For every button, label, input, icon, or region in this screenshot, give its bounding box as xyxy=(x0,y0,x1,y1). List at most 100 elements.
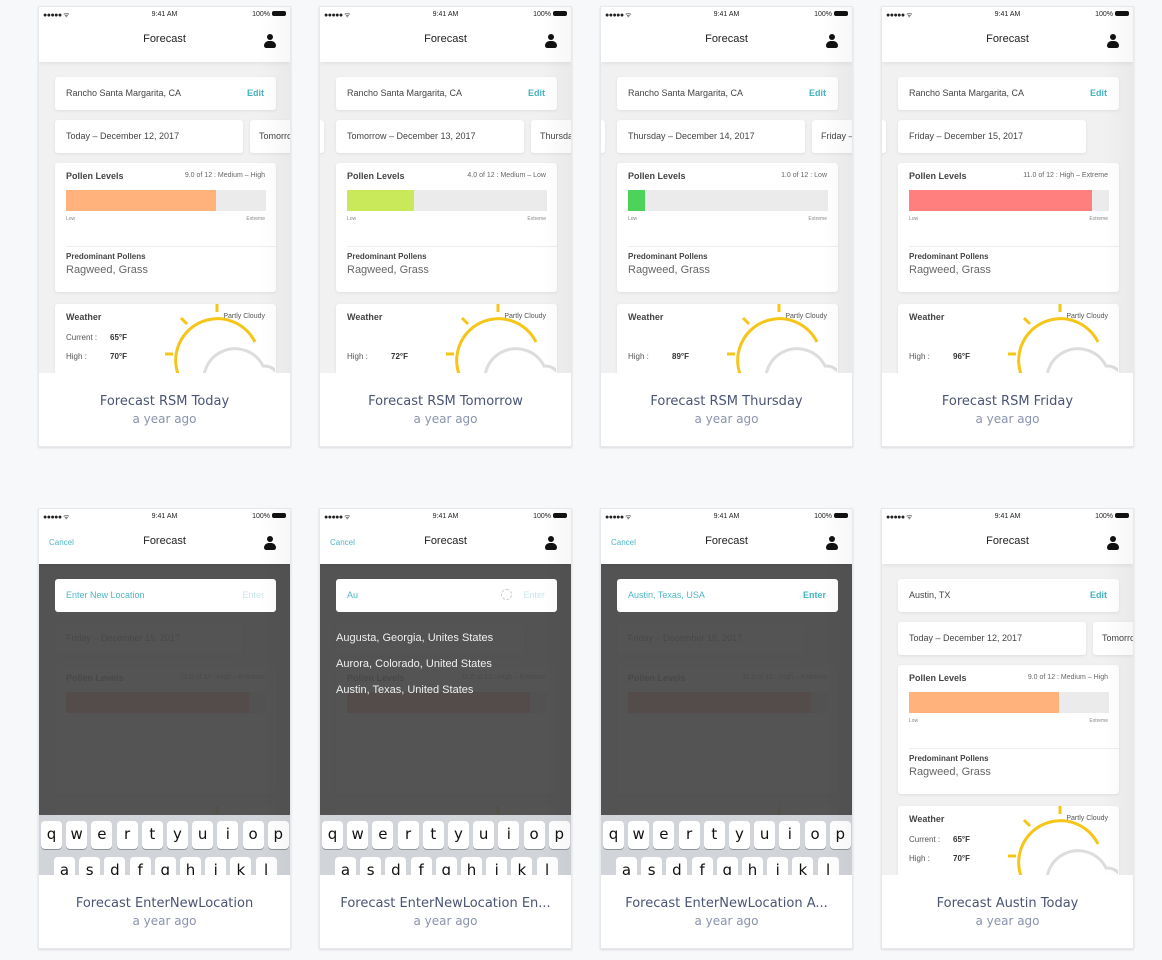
keyboard-key[interactable]: h xyxy=(180,857,201,875)
location-search-field[interactable]: Enter New Location Enter xyxy=(55,579,276,612)
enter-button[interactable]: Enter xyxy=(803,590,826,600)
location-search-field[interactable]: Austin, Texas, USA Enter xyxy=(617,579,838,612)
keyboard-key[interactable]: f xyxy=(129,857,151,875)
keyboard-key[interactable]: u xyxy=(473,821,495,849)
keyboard-key[interactable]: y xyxy=(729,821,750,849)
keyboard-key[interactable]: j xyxy=(205,857,227,875)
keyboard-key[interactable]: a xyxy=(54,857,75,875)
card-title[interactable]: Forecast EnterNewLocation En... xyxy=(320,896,571,911)
screen-preview[interactable]: Rancho Santa Margarita, CA Edit Thursday –… xyxy=(601,7,852,373)
keyboard-key[interactable]: r xyxy=(116,821,138,849)
keyboard-key[interactable]: d xyxy=(385,857,407,875)
prev-date-tab[interactable] xyxy=(882,120,886,153)
edit-location-button[interactable]: Edit xyxy=(1090,88,1107,98)
keyboard-key[interactable]: e xyxy=(91,821,113,849)
keyboard-key[interactable]: y xyxy=(167,821,188,849)
screen-preview[interactable]: Austin, TX Edit Today – December 12, 2017 T… xyxy=(882,509,1133,875)
screen-preview[interactable]: Friday – December 15, 2017Pollen Levels1… xyxy=(601,509,852,875)
keyboard-key[interactable]: h xyxy=(461,857,482,875)
screen-preview[interactable]: Rancho Santa Margarita, CA Edit Friday – D… xyxy=(882,7,1133,373)
keyboard-key[interactable]: j xyxy=(486,857,508,875)
prev-date-tab[interactable] xyxy=(601,120,605,153)
keyboard-key[interactable]: w xyxy=(66,821,88,849)
search-input[interactable]: Austin, Texas, USA xyxy=(628,590,705,600)
keyboard-key[interactable]: e xyxy=(653,821,675,849)
edit-location-button[interactable]: Edit xyxy=(528,88,545,98)
next-date-tab[interactable]: Friday – December 15, 2017 xyxy=(812,120,852,153)
keyboard-key[interactable]: f xyxy=(691,857,713,875)
keyboard-key[interactable]: p xyxy=(829,821,851,849)
keyboard-key[interactable]: i xyxy=(779,821,801,849)
keyboard-key[interactable]: j xyxy=(767,857,789,875)
keyboard-key[interactable]: o xyxy=(804,821,826,849)
card-title[interactable]: Forecast RSM Tomorrow xyxy=(320,394,571,409)
keyboard-key[interactable]: y xyxy=(448,821,469,849)
screen-card[interactable]: Rancho Santa Margarita, CA Edit Tomorrow –… xyxy=(319,6,572,447)
user-profile-icon[interactable] xyxy=(264,34,276,50)
keyboard-key[interactable]: a xyxy=(616,857,637,875)
screen-card[interactable]: Friday – December 15, 2017Pollen Levels1… xyxy=(38,508,291,949)
search-input[interactable]: Au xyxy=(347,590,358,600)
screen-preview[interactable]: Rancho Santa Margarita, CA Edit Today – De… xyxy=(39,7,290,373)
edit-location-button[interactable]: Edit xyxy=(1090,590,1107,600)
user-profile-icon[interactable] xyxy=(826,34,838,50)
screen-card[interactable]: Rancho Santa Margarita, CA Edit Today – De… xyxy=(38,6,291,447)
keyboard-key[interactable]: a xyxy=(335,857,356,875)
keyboard-key[interactable]: o xyxy=(523,821,545,849)
keyboard-key[interactable]: i xyxy=(217,821,239,849)
enter-button[interactable]: Enter xyxy=(242,590,264,600)
keyboard-key[interactable]: u xyxy=(754,821,776,849)
keyboard-key[interactable]: w xyxy=(347,821,369,849)
date-tab-selected[interactable]: Today – December 12, 2017 xyxy=(898,622,1086,655)
keyboard-key[interactable]: g xyxy=(154,857,176,875)
keyboard-key[interactable]: k xyxy=(792,857,814,875)
screen-card[interactable]: Austin, TX Edit Today – December 12, 2017 T… xyxy=(881,508,1134,949)
suggestion-item[interactable]: Austin, Texas, United States xyxy=(336,684,473,696)
suggestion-item[interactable]: Augusta, Georgia, Unites States xyxy=(336,632,493,644)
enter-button[interactable]: Enter xyxy=(523,590,545,600)
screen-preview[interactable]: Rancho Santa Margarita, CA Edit Tomorrow –… xyxy=(320,7,571,373)
edit-location-button[interactable]: Edit xyxy=(247,88,264,98)
keyboard-key[interactable]: p xyxy=(267,821,289,849)
user-profile-icon[interactable] xyxy=(826,536,838,552)
keyboard-key[interactable]: p xyxy=(548,821,570,849)
date-tab-selected[interactable]: Friday – December 15, 2017 xyxy=(898,120,1086,153)
screen-preview[interactable]: Friday – December 15, 2017Pollen Levels1… xyxy=(39,509,290,875)
keyboard-key[interactable]: o xyxy=(242,821,264,849)
keyboard-key[interactable]: r xyxy=(397,821,419,849)
keyboard-key[interactable]: l xyxy=(255,857,277,875)
keyboard-key[interactable]: f xyxy=(410,857,432,875)
prev-date-tab[interactable] xyxy=(320,120,324,153)
date-tab-selected[interactable]: Thursday – December 14, 2017 xyxy=(617,120,805,153)
keyboard-key[interactable]: s xyxy=(641,857,663,875)
keyboard-key[interactable]: i xyxy=(498,821,520,849)
next-date-tab[interactable]: Tomorrow – December 13, 2017 xyxy=(250,120,290,153)
keyboard-key[interactable]: d xyxy=(666,857,688,875)
screen-preview[interactable]: Friday – December 15, 2017Pollen Levels1… xyxy=(320,509,571,875)
keyboard-key[interactable]: q xyxy=(41,821,62,849)
keyboard-key[interactable]: e xyxy=(372,821,394,849)
next-date-tab[interactable]: Tomorrow – December 13, 2017 xyxy=(1093,622,1133,655)
keyboard-key[interactable]: g xyxy=(435,857,457,875)
keyboard-key[interactable]: q xyxy=(322,821,343,849)
user-profile-icon[interactable] xyxy=(1107,34,1119,50)
keyboard-key[interactable]: l xyxy=(817,857,839,875)
keyboard-key[interactable]: u xyxy=(192,821,214,849)
card-title[interactable]: Forecast EnterNewLocation A... xyxy=(601,896,852,911)
card-title[interactable]: Forecast EnterNewLocation xyxy=(39,896,290,911)
card-title[interactable]: Forecast RSM Thursday xyxy=(601,394,852,409)
keyboard-key[interactable]: k xyxy=(511,857,533,875)
keyboard-key[interactable]: t xyxy=(422,821,444,849)
user-profile-icon[interactable] xyxy=(264,536,276,552)
next-date-tab[interactable]: Thursday – December 14, 2017 xyxy=(531,120,571,153)
keyboard-key[interactable]: g xyxy=(716,857,738,875)
location-search-field[interactable]: Au Enter xyxy=(336,579,557,612)
keyboard-key[interactable]: s xyxy=(360,857,382,875)
suggestion-item[interactable]: Aurora, Colorado, United States xyxy=(336,658,492,670)
keyboard-key[interactable]: h xyxy=(742,857,763,875)
screen-card[interactable]: Rancho Santa Margarita, CA Edit Thursday –… xyxy=(600,6,853,447)
keyboard-key[interactable]: d xyxy=(104,857,126,875)
date-tab-selected[interactable]: Today – December 12, 2017 xyxy=(55,120,243,153)
screen-card[interactable]: Rancho Santa Margarita, CA Edit Friday – D… xyxy=(881,6,1134,447)
date-tab-selected[interactable]: Tomorrow – December 13, 2017 xyxy=(336,120,524,153)
